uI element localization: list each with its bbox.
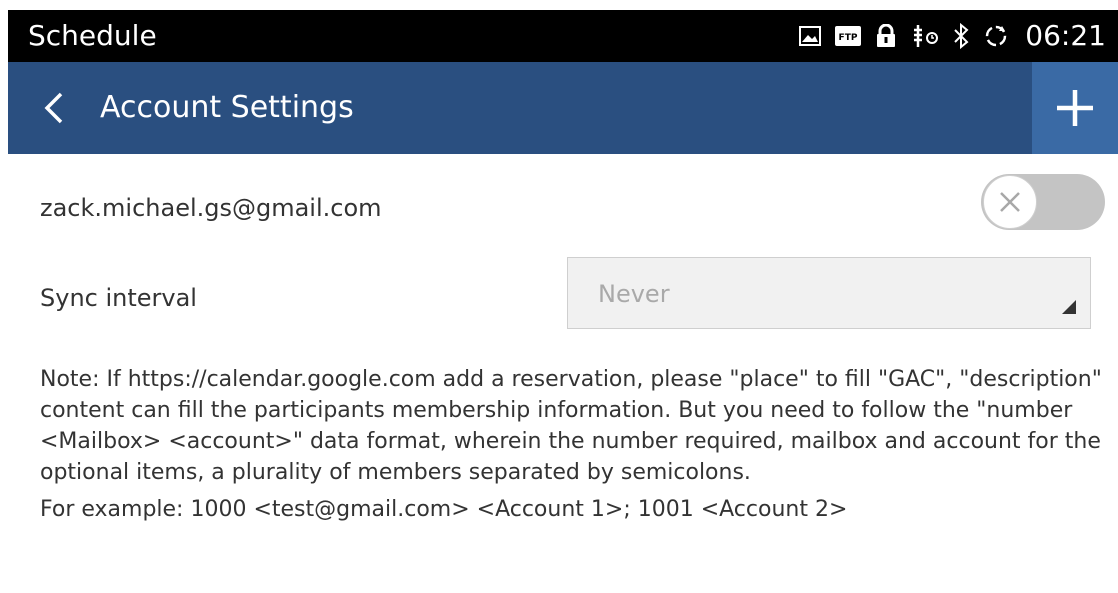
status-app-title: Schedule: [28, 19, 157, 52]
note-paragraph: Note: If https://calendar.google.com add…: [40, 367, 1102, 485]
close-icon: [1000, 192, 1020, 212]
page-title: Account Settings: [100, 90, 354, 125]
usb-debug-icon: [911, 23, 939, 49]
account-sync-toggle[interactable]: [981, 174, 1105, 230]
svg-text:FTP: FTP: [839, 33, 858, 43]
toolbar: Account Settings: [8, 62, 1118, 154]
status-clock: 06:21: [1025, 19, 1106, 52]
sync-interval-select[interactable]: Never: [567, 257, 1091, 329]
note-example: For example: 1000 <test@gmail.com> <Acco…: [40, 497, 848, 522]
ftp-icon: FTP: [835, 26, 862, 46]
sync-interval-value: Never: [598, 280, 670, 308]
account-row: zack.michael.gs@gmail.com: [8, 156, 1118, 256]
chevron-left-icon: [44, 92, 63, 124]
toggle-knob: [983, 175, 1037, 229]
image-icon: [799, 26, 822, 46]
plus-icon: [1057, 90, 1093, 126]
back-button[interactable]: [32, 86, 76, 130]
sync-icon: [983, 23, 1009, 49]
status-icons: FTP 06:21: [799, 10, 1106, 62]
status-bar: Schedule FTP 06:21: [8, 10, 1118, 62]
sync-interval-label: Sync interval: [40, 284, 197, 312]
add-account-button[interactable]: [1032, 62, 1118, 154]
bluetooth-icon: [953, 23, 969, 49]
lock-icon: [875, 24, 897, 48]
account-email: zack.michael.gs@gmail.com: [40, 194, 382, 222]
note-text-block: Note: If https://calendar.google.com add…: [40, 364, 1110, 525]
dropdown-arrow-icon: [1062, 300, 1076, 314]
